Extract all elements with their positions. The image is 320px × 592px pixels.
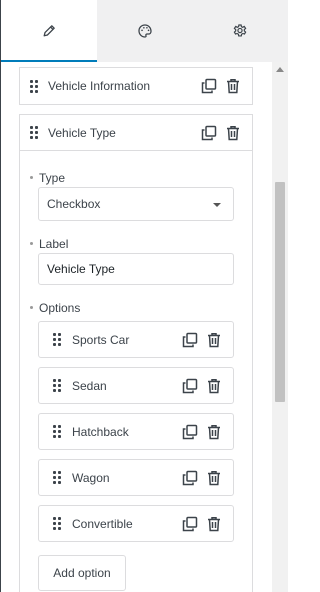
trash-icon[interactable] bbox=[224, 124, 242, 142]
palette-icon bbox=[136, 22, 154, 40]
option-item[interactable]: Hatchback bbox=[38, 413, 234, 450]
trash-icon[interactable] bbox=[224, 77, 242, 95]
type-select[interactable]: Checkbox bbox=[38, 187, 234, 221]
label-input[interactable]: Vehicle Type bbox=[38, 253, 234, 285]
settings-scroll-area[interactable]: Vehicle Information Vehicle Type Type Ch… bbox=[1, 62, 288, 592]
trash-icon[interactable] bbox=[205, 469, 223, 487]
duplicate-icon[interactable] bbox=[181, 331, 199, 349]
field-panel-vehicle-information[interactable]: Vehicle Information bbox=[19, 67, 253, 105]
scroll-up-arrow-icon[interactable] bbox=[276, 67, 284, 72]
duplicate-icon[interactable] bbox=[200, 124, 218, 142]
drag-handle-icon[interactable] bbox=[30, 126, 38, 139]
duplicate-icon[interactable] bbox=[181, 377, 199, 395]
option-item[interactable]: Wagon bbox=[38, 459, 234, 496]
vertical-scrollbar[interactable] bbox=[272, 62, 288, 592]
panel-header[interactable]: Vehicle Type bbox=[20, 115, 252, 151]
duplicate-icon[interactable] bbox=[181, 515, 199, 533]
panel-tabs bbox=[1, 0, 288, 62]
type-select-value: Checkbox bbox=[47, 197, 101, 211]
drag-handle-icon[interactable] bbox=[53, 471, 61, 484]
drag-handle-icon[interactable] bbox=[53, 425, 61, 438]
panel-header[interactable]: Vehicle Information bbox=[20, 68, 252, 104]
panel-title: Vehicle Information bbox=[48, 79, 151, 93]
option-label: Sedan bbox=[72, 378, 107, 393]
add-option-button[interactable]: Add option bbox=[38, 555, 126, 591]
gear-icon bbox=[231, 22, 249, 40]
option-label: Hatchback bbox=[72, 424, 129, 439]
options-label: Options bbox=[29, 301, 81, 315]
trash-icon[interactable] bbox=[205, 423, 223, 441]
tab-style[interactable] bbox=[97, 0, 193, 62]
duplicate-icon[interactable] bbox=[181, 469, 199, 487]
type-label: Type bbox=[29, 171, 66, 185]
drag-handle-icon[interactable] bbox=[30, 79, 38, 93]
tab-edit[interactable] bbox=[1, 0, 97, 62]
duplicate-icon[interactable] bbox=[200, 77, 218, 95]
scrollbar-thumb[interactable] bbox=[275, 182, 285, 402]
option-label: Sports Car bbox=[72, 332, 130, 347]
trash-icon[interactable] bbox=[205, 515, 223, 533]
option-item[interactable]: Convertible bbox=[38, 505, 234, 542]
tab-settings[interactable] bbox=[192, 0, 288, 62]
drag-handle-icon[interactable] bbox=[53, 517, 61, 530]
option-label: Wagon bbox=[72, 470, 110, 485]
duplicate-icon[interactable] bbox=[181, 423, 199, 441]
chevron-down-icon bbox=[213, 203, 221, 207]
drag-handle-icon[interactable] bbox=[53, 379, 61, 392]
panel-title: Vehicle Type bbox=[48, 125, 116, 140]
trash-icon[interactable] bbox=[205, 377, 223, 395]
drag-handle-icon[interactable] bbox=[53, 333, 61, 346]
trash-icon[interactable] bbox=[205, 331, 223, 349]
label-label: Label bbox=[29, 237, 69, 251]
field-panel-vehicle-type: Vehicle Type Type Checkbox Label Vehicle… bbox=[19, 114, 253, 592]
option-item[interactable]: Sedan bbox=[38, 367, 234, 404]
option-label: Convertible bbox=[72, 516, 133, 531]
pencil-icon bbox=[40, 22, 58, 40]
label-input-value: Vehicle Type bbox=[47, 262, 115, 276]
option-item[interactable]: Sports Car bbox=[38, 321, 234, 358]
